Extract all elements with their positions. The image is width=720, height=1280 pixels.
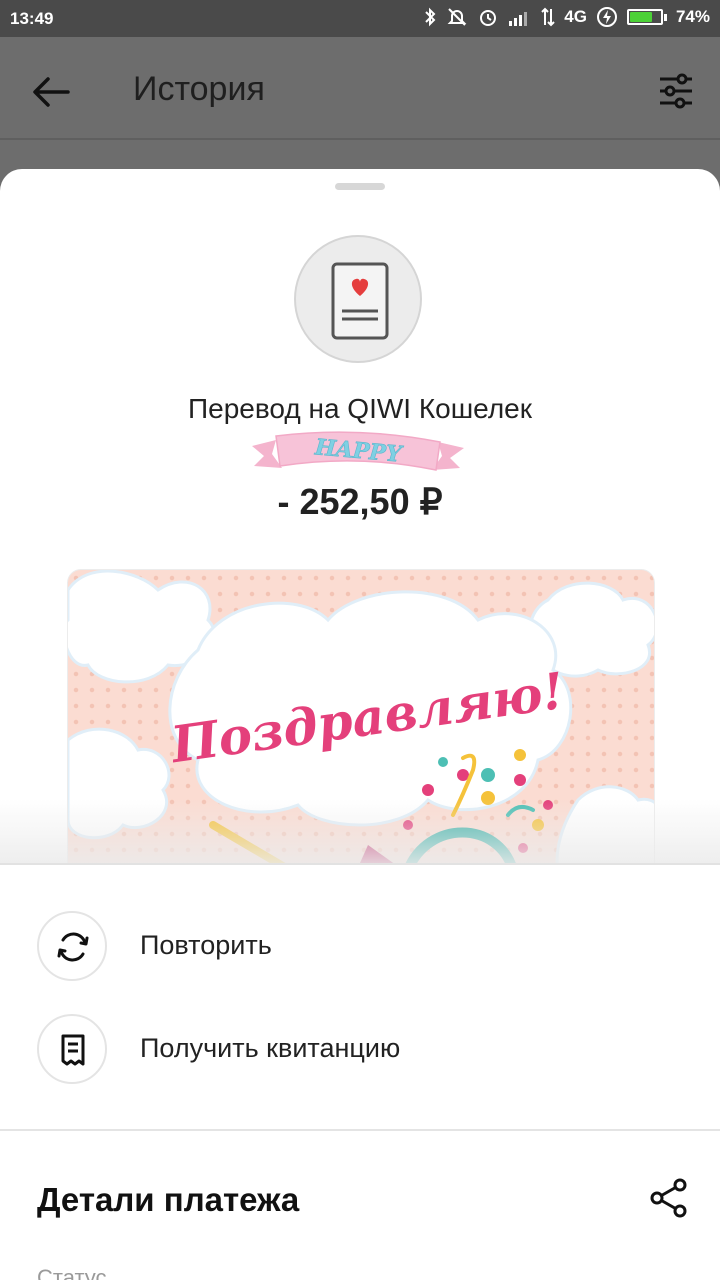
repeat-icon: [57, 932, 89, 962]
happy-ribbon-sticker: HAPPY: [252, 431, 464, 471]
repeat-action[interactable]: Повторить: [0, 901, 720, 991]
section-divider: [0, 1129, 720, 1131]
status-field-label: Статус: [37, 1265, 107, 1280]
receipt-icon-circle: [37, 1014, 107, 1084]
actions-list: Повторить Получить квитанцию: [0, 863, 720, 1130]
app-bar: История: [0, 37, 720, 140]
receipt-icon: [61, 1034, 85, 1066]
transaction-avatar: [294, 235, 422, 363]
alarm-icon: [480, 10, 497, 26]
share-icon[interactable]: [646, 1175, 692, 1221]
battery-percent: 74%: [675, 7, 710, 26]
repeat-label: Повторить: [140, 930, 272, 960]
get-receipt-label: Получить квитанцию: [140, 1033, 401, 1063]
payment-details-title: Детали платежа: [37, 1181, 300, 1218]
transaction-sheet: Перевод на QIWI Кошелек +7 *** ***-**-11…: [0, 169, 720, 1280]
filter-sliders-icon[interactable]: [652, 67, 700, 115]
status-time: 13:49: [10, 9, 54, 28]
get-receipt-action[interactable]: Получить квитанцию: [0, 1004, 720, 1094]
sheet-drag-handle[interactable]: [335, 183, 385, 190]
battery-icon: [626, 9, 667, 25]
charging-icon: [596, 7, 617, 27]
back-arrow-icon[interactable]: [28, 69, 74, 115]
transaction-amount: - 252,50 ₽: [277, 481, 443, 522]
bluetooth-icon: [425, 7, 436, 27]
bell-muted-icon: [447, 8, 467, 26]
data-transfer-icon: [541, 7, 555, 27]
repeat-icon-circle: [37, 911, 107, 981]
status-icons: 4G 74%: [423, 6, 710, 28]
postcard-icon: [331, 262, 389, 340]
status-bar: 13:49 4G 74%: [0, 0, 720, 37]
transaction-title: Перевод на QIWI Кошелек: [188, 393, 532, 424]
network-type: 4G: [564, 7, 587, 26]
page-title: История: [133, 70, 265, 108]
scroll-fade: [0, 799, 720, 863]
signal-icon: [509, 12, 528, 26]
